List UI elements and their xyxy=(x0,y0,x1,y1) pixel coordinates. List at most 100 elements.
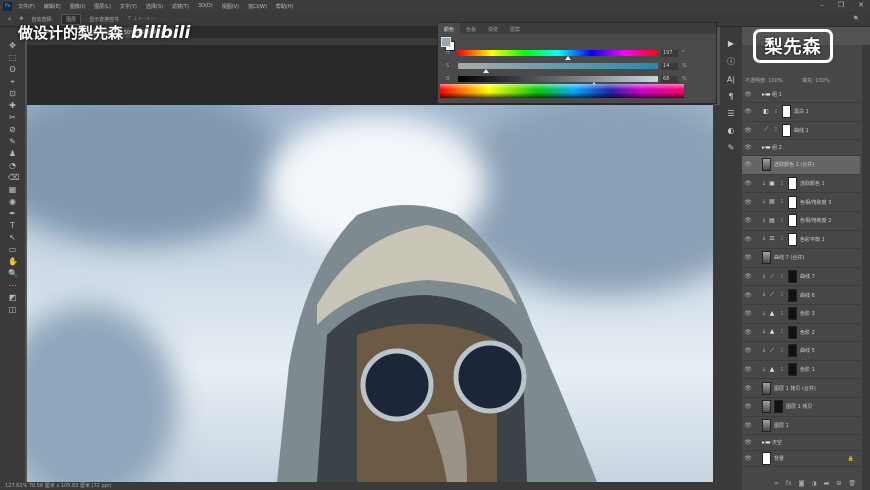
color-panel-tab[interactable]: 图案 xyxy=(504,23,526,34)
menu-item[interactable]: 选择(S) xyxy=(146,3,163,10)
layer-row[interactable]: 👁 曲线 7 (合并) xyxy=(742,249,860,268)
layer-mask-thumbnail[interactable] xyxy=(788,344,797,358)
visibility-eye-icon[interactable]: 👁 xyxy=(742,347,754,354)
tool-icon[interactable]: ⌖ xyxy=(8,77,17,86)
tool-icon[interactable]: ✋ xyxy=(8,257,18,266)
layer-row[interactable]: 👁 ↓ ▤ ⁝ 色相/饱和度 2 xyxy=(742,212,860,231)
color-panel-tab[interactable]: 渐变 xyxy=(482,23,504,34)
mask-icon[interactable]: ◙ xyxy=(799,480,805,487)
tool-icon[interactable]: ◉ xyxy=(8,197,17,206)
menu-item[interactable]: 滤镜(T) xyxy=(172,3,189,10)
visibility-eye-icon[interactable]: 👁 xyxy=(742,366,754,373)
color-slider[interactable] xyxy=(458,50,658,56)
layer-mask-thumbnail[interactable] xyxy=(788,177,797,191)
layer-thumbnail[interactable] xyxy=(762,400,771,414)
layer-thumbnail[interactable] xyxy=(762,418,771,432)
slider-value-input[interactable]: 68 xyxy=(661,76,678,83)
tool-icon[interactable]: ⋯ xyxy=(8,281,17,290)
document-canvas[interactable] xyxy=(27,105,713,482)
visibility-eye-icon[interactable]: 👁 xyxy=(742,455,754,462)
layer-row[interactable]: 👁 背景 🔒 xyxy=(742,451,860,468)
tool-icon[interactable]: ʘ xyxy=(8,65,17,74)
layer-row[interactable]: 👁 ▸▬ 组 1 xyxy=(742,87,860,103)
layer-thumbnail[interactable] xyxy=(762,452,771,466)
slider-thumb[interactable] xyxy=(565,56,571,60)
tool-icon[interactable]: ▦ xyxy=(8,185,17,194)
layer-mask-thumbnail[interactable] xyxy=(788,307,797,321)
folder-icon[interactable]: ▸▬ xyxy=(762,91,771,99)
visibility-eye-icon[interactable]: 👁 xyxy=(742,199,754,206)
tool-icon[interactable]: ◔ xyxy=(8,161,17,170)
layer-row[interactable]: 👁 ▸▬ 组 2 xyxy=(742,140,860,157)
visibility-eye-icon[interactable]: 👁 xyxy=(742,273,754,280)
layer-row[interactable]: 👁 ↓ ▲ ⁝ 色阶 3 xyxy=(742,305,860,324)
new-group-icon[interactable]: ▬ xyxy=(824,480,830,487)
menu-item[interactable]: 图像(I) xyxy=(70,3,85,10)
tool-icon[interactable]: ✒ xyxy=(8,209,17,218)
folder-icon[interactable]: ▸▬ xyxy=(762,144,771,152)
visibility-eye-icon[interactable]: 👁 xyxy=(742,144,754,151)
visibility-eye-icon[interactable]: 👁 xyxy=(742,91,754,98)
folder-icon[interactable]: ▸▬ xyxy=(762,439,771,447)
close-icon[interactable]: ✕ xyxy=(858,1,864,9)
layer-mask-thumbnail[interactable] xyxy=(788,195,797,209)
layer-mask-thumbnail[interactable] xyxy=(782,123,791,137)
color-panel-tab[interactable]: 颜色 xyxy=(438,23,461,34)
menu-item[interactable]: 视图(V) xyxy=(222,3,239,10)
paragraph-icon[interactable]: ¶ xyxy=(728,92,733,101)
menu-item[interactable]: 帮助(H) xyxy=(276,3,294,10)
menu-item[interactable]: 窗口(W) xyxy=(248,3,267,10)
visibility-eye-icon[interactable]: 👁 xyxy=(742,310,754,317)
visibility-eye-icon[interactable]: 👁 xyxy=(742,180,754,187)
tool-icon[interactable]: ↖ xyxy=(8,233,17,242)
tool-icon[interactable]: ♟ xyxy=(8,149,17,158)
layer-mask-thumbnail[interactable] xyxy=(782,105,791,119)
delete-icon[interactable]: 🗑 xyxy=(848,480,856,487)
tool-icon[interactable]: T xyxy=(8,221,17,230)
visibility-eye-icon[interactable]: 👁 xyxy=(742,161,754,168)
tool-icon[interactable]: ✎ xyxy=(8,137,17,146)
layer-row[interactable]: 👁 选取颜色 1 (合并) xyxy=(742,156,860,175)
opacity-field[interactable]: 不透明度: 100% xyxy=(745,77,783,84)
layers-scrollbar[interactable] xyxy=(862,45,870,490)
menu-item[interactable]: 3D(D) xyxy=(198,3,213,9)
tool-icon[interactable]: ⊘ xyxy=(8,125,17,134)
visibility-eye-icon[interactable]: 👁 xyxy=(742,329,754,336)
layer-mask-thumbnail[interactable] xyxy=(788,288,797,302)
layer-row[interactable]: 👁 ↓ ⟋ ⁝ 曲线 6 xyxy=(742,286,860,305)
layer-row[interactable]: 👁 ↓ ▣ ⁝ 选取颜色 1 xyxy=(742,175,860,194)
tool-icon[interactable]: ⬚ xyxy=(8,53,17,62)
search-icon[interactable]: 🔍 xyxy=(854,16,860,22)
tool-icon[interactable]: ◫ xyxy=(8,305,17,314)
tool-icon[interactable]: ⌫ xyxy=(8,173,19,182)
tool-icon[interactable]: 🔍 xyxy=(8,269,18,278)
visibility-eye-icon[interactable]: 👁 xyxy=(742,292,754,299)
tool-icon[interactable]: ▭ xyxy=(8,245,17,254)
layer-thumbnail[interactable] xyxy=(762,381,771,395)
slider-thumb[interactable] xyxy=(483,69,489,73)
color-panel-tab[interactable]: 色板 xyxy=(460,23,482,34)
layer-row[interactable]: 👁 图层 1 拷贝 (合并) xyxy=(742,379,860,398)
menu-item[interactable]: 文字(Y) xyxy=(120,3,137,10)
slider-value-input[interactable]: 197 xyxy=(661,50,678,57)
visibility-eye-icon[interactable]: 👁 xyxy=(742,403,754,410)
properties-icon[interactable]: ◐ xyxy=(728,126,735,135)
color-slider[interactable] xyxy=(458,76,658,82)
fx-icon[interactable]: fx xyxy=(786,480,792,487)
link-icon[interactable]: ∞ xyxy=(774,480,779,487)
tool-icon[interactable]: ✂ xyxy=(8,113,17,122)
visibility-eye-icon[interactable]: 👁 xyxy=(742,439,754,446)
layer-mask-thumbnail[interactable] xyxy=(788,363,797,377)
layer-thumbnail[interactable] xyxy=(762,251,771,265)
layer-row[interactable]: 👁 ↓ ▲ ⁝ 色阶 1 xyxy=(742,361,860,380)
adjustment-layer-icon[interactable]: ◑ xyxy=(811,480,816,487)
new-layer-icon[interactable]: ⊞ xyxy=(836,480,841,487)
visibility-eye-icon[interactable]: 👁 xyxy=(742,217,754,224)
layer-mask-thumbnail[interactable] xyxy=(788,270,797,284)
foreground-color-swatch[interactable] xyxy=(441,37,451,47)
layer-mask-thumbnail[interactable] xyxy=(788,232,797,246)
layer-row[interactable]: 👁 ↓ ▲ ⁝ 色阶 2 xyxy=(742,324,860,343)
slider-value-input[interactable]: 14 xyxy=(661,63,678,70)
tool-icon[interactable]: ◩ xyxy=(8,293,17,302)
layer-mask-thumbnail[interactable] xyxy=(788,325,797,339)
